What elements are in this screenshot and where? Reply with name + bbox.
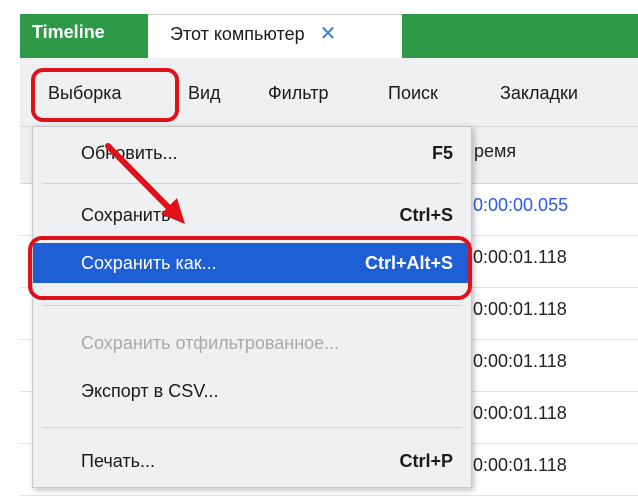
- menu-search[interactable]: Поиск: [388, 78, 438, 108]
- time-cell: 0:00:01.118: [473, 247, 567, 267]
- menu-item-label: Печать...: [81, 451, 155, 471]
- menu-separator: [43, 183, 461, 184]
- menu-item-label: Обновить...: [81, 143, 178, 163]
- menu-item-refresh[interactable]: Обновить... F5: [33, 133, 471, 173]
- menu-view[interactable]: Вид: [188, 78, 221, 108]
- time-cell: 0:00:01.118: [473, 455, 567, 475]
- menu-item-shortcut: F5: [431, 143, 453, 163]
- tab-bar: Timeline Этот компьютер ✕: [0, 0, 638, 58]
- close-icon[interactable]: ✕: [320, 23, 337, 45]
- menu-item-print[interactable]: Печать... Ctrl+P: [33, 441, 471, 481]
- menu-item-shortcut: Ctrl+S: [399, 205, 453, 225]
- time-cell: 0:00:01.118: [473, 351, 567, 371]
- dropdown-menu-vyborka: Обновить... F5 Сохранить Ctrl+S Сохранит…: [32, 126, 472, 488]
- tab-timeline[interactable]: Timeline: [20, 14, 148, 50]
- annotation-box-menu: [31, 68, 179, 122]
- menu-item-label: Сохранить отфильтрованное...: [81, 333, 340, 353]
- menu-item-export-csv[interactable]: Экспорт в CSV...: [33, 371, 471, 411]
- column-header-time[interactable]: ремя: [474, 141, 516, 162]
- menu-bookmarks[interactable]: Закладки: [500, 78, 578, 108]
- menu-item-label: Экспорт в CSV...: [81, 381, 219, 401]
- menu-separator: [43, 305, 461, 306]
- tab-bar-filler: [402, 14, 638, 58]
- time-cell: 0:00:01.118: [473, 299, 567, 319]
- time-cell: 0:00:01.118: [473, 403, 567, 423]
- annotation-box-save-as: [28, 236, 472, 300]
- menu-separator: [43, 427, 461, 428]
- menu-item-shortcut: Ctrl+P: [399, 451, 453, 471]
- menu-item-save[interactable]: Сохранить Ctrl+S: [33, 195, 471, 235]
- menu-bar: Выборка Вид Фильтр Поиск Закладки: [20, 58, 638, 127]
- menu-item-save-filtered: Сохранить отфильтрованное...: [33, 323, 471, 363]
- time-cell: 0:00:00.055: [473, 195, 569, 215]
- menu-filter[interactable]: Фильтр: [268, 78, 328, 108]
- menu-item-label: Сохранить: [81, 205, 171, 225]
- tab-timeline-label: Timeline: [32, 22, 105, 42]
- tab-this-computer[interactable]: Этот компьютер ✕: [148, 14, 402, 58]
- tab-this-computer-label: Этот компьютер: [170, 24, 305, 44]
